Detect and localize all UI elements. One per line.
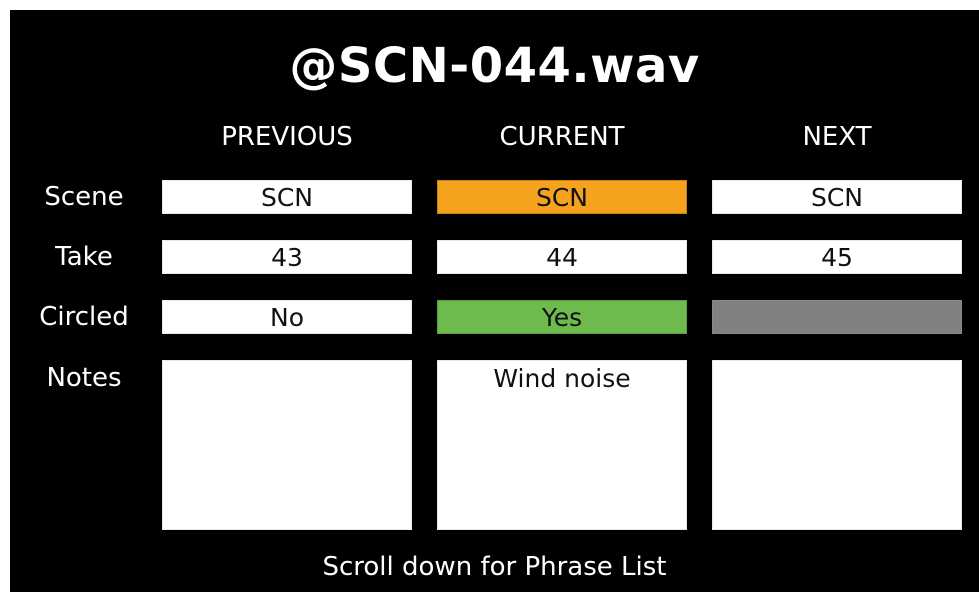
- current-notes-field[interactable]: Wind noise: [437, 360, 687, 530]
- next-notes-field[interactable]: [712, 360, 962, 530]
- next-circled-toggle[interactable]: [712, 300, 962, 334]
- previous-take-field[interactable]: 43: [162, 240, 412, 274]
- current-circled-toggle[interactable]: Yes: [437, 300, 687, 334]
- previous-scene-field[interactable]: SCN: [162, 180, 412, 214]
- scroll-hint[interactable]: Scroll down for Phrase List: [10, 552, 979, 582]
- slate-screen: @SCN-044.wav PREVIOUS CURRENT NEXT Scene…: [10, 10, 979, 592]
- row-label-take: Take: [55, 242, 113, 272]
- previous-circled-toggle[interactable]: No: [162, 300, 412, 334]
- row-label-scene: Scene: [44, 182, 124, 212]
- row-label-circled: Circled: [39, 302, 129, 332]
- previous-notes-field[interactable]: [162, 360, 412, 530]
- column-header-next: NEXT: [802, 122, 872, 152]
- next-take-field[interactable]: 45: [712, 240, 962, 274]
- column-header-previous: PREVIOUS: [221, 122, 353, 152]
- row-label-notes: Notes: [46, 363, 122, 393]
- current-take-field[interactable]: 44: [437, 240, 687, 274]
- file-title: @SCN-044.wav: [289, 38, 700, 94]
- current-scene-field[interactable]: SCN: [437, 180, 687, 214]
- next-scene-field[interactable]: SCN: [712, 180, 962, 214]
- column-header-current: CURRENT: [499, 122, 625, 152]
